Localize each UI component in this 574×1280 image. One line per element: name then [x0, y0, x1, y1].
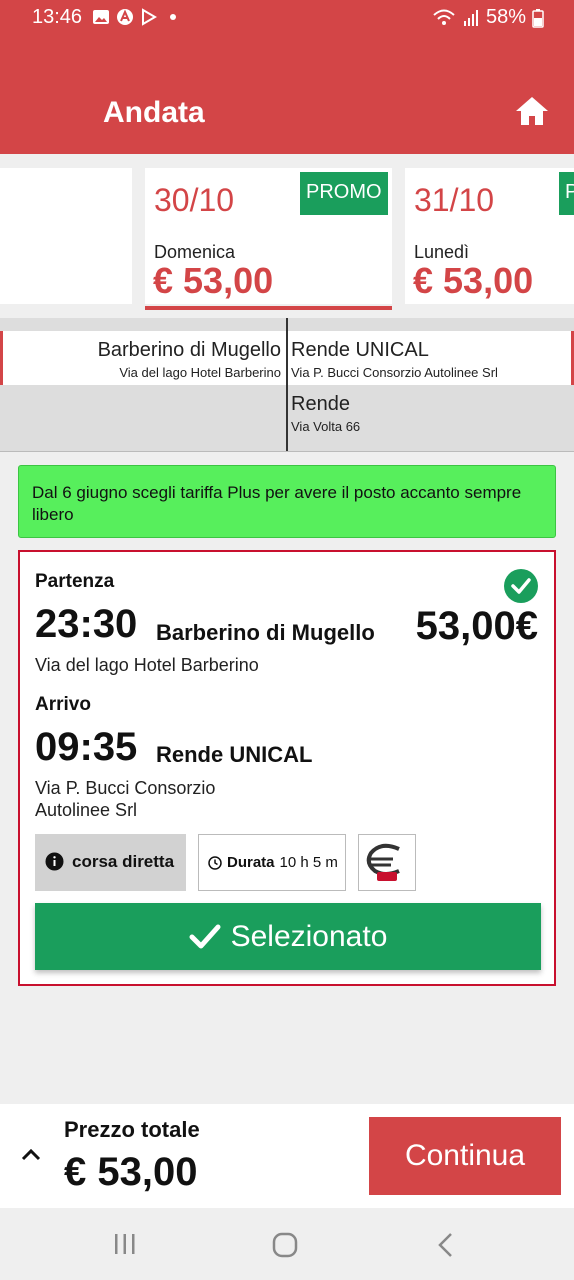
- recent-apps-icon[interactable]: [113, 1232, 137, 1261]
- direct-ride-tag[interactable]: corsa diretta: [35, 834, 186, 891]
- destination-name: Rende: [291, 393, 350, 415]
- trip-price: 53,00€: [415, 604, 538, 648]
- trip-card[interactable]: Partenza 23:30 Barberino di Mugello 53,0…: [18, 550, 556, 986]
- promo-badge: P: [559, 172, 574, 215]
- date-card-date: 31/10: [414, 182, 495, 218]
- status-bar: 13:46 58%: [0, 0, 574, 36]
- info-banner: Dal 6 giugno scegli tariffa Plus per ave…: [18, 465, 556, 538]
- dot-icon: [164, 8, 182, 26]
- gallery-icon: [92, 8, 110, 26]
- home-icon[interactable]: [514, 94, 550, 128]
- play-store-icon: [140, 8, 158, 26]
- app-a-icon: [116, 8, 134, 26]
- duration-label: Durata: [227, 854, 275, 871]
- arrival-time: 09:35: [35, 725, 138, 769]
- arrival-label: Arrivo: [35, 694, 91, 715]
- selected-button[interactable]: Selezionato: [35, 903, 541, 970]
- departure-address: Via del lago Hotel Barberino: [35, 655, 259, 675]
- battery-icon: [532, 8, 544, 28]
- notification-icons: [92, 8, 182, 26]
- wifi-icon: [433, 9, 455, 25]
- arrival-address-line2: Autolinee Srl: [35, 800, 138, 820]
- date-card-selected[interactable]: 30/10 PROMO Domenica € 53,00: [145, 168, 392, 310]
- stops-bottom-border: [0, 451, 574, 452]
- stops-table: Barberino di Mugello Via del lago Hotel …: [0, 318, 574, 452]
- date-card-price: € 53,00: [413, 260, 534, 301]
- total-bar: Prezzo totale € 53,00 Continua: [0, 1104, 574, 1208]
- departure-time: 23:30: [35, 602, 138, 646]
- direct-ride-label: corsa diretta: [72, 852, 175, 871]
- date-card-date: 30/10: [154, 182, 235, 218]
- duration-tag: Durata 10 h 5 m: [198, 834, 346, 891]
- stops-divider: [286, 318, 288, 452]
- destination-name: Rende UNICAL: [291, 339, 429, 361]
- continue-button[interactable]: Continua: [369, 1117, 561, 1195]
- page-title: Andata: [103, 96, 205, 129]
- selected-button-label: Selezionato: [230, 919, 388, 953]
- check-circle-icon: [504, 569, 538, 603]
- signal-icon: [463, 9, 478, 26]
- arrival-place: Rende UNICAL: [156, 742, 313, 767]
- status-right: 58%: [432, 6, 544, 29]
- system-nav-bar: [0, 1208, 574, 1280]
- destination-address: Via Volta 66: [291, 419, 361, 434]
- chevron-up-icon[interactable]: [20, 1144, 42, 1166]
- promo-badge: PROMO: [300, 172, 388, 215]
- app-header: 13:46 58% Andata: [0, 0, 574, 154]
- destination-address: Via P. Bucci Consorzio Autolinee Srl: [291, 365, 498, 380]
- arrival-address-line1: Via P. Bucci Consorzio: [35, 778, 216, 798]
- home-nav-icon[interactable]: [272, 1232, 298, 1263]
- checkmark-icon: [189, 924, 221, 948]
- departure-label: Partenza: [35, 571, 115, 592]
- total-label: Prezzo totale: [64, 1117, 200, 1142]
- date-card-next[interactable]: 31/10 P Lunedì € 53,00: [405, 168, 574, 304]
- date-card-previous[interactable]: [0, 168, 132, 304]
- selected-indicator: [145, 306, 392, 310]
- duration-value: 10 h 5 m: [279, 854, 338, 871]
- status-time: 13:46: [32, 6, 83, 28]
- origin-address: Via del lago Hotel Barberino: [119, 365, 281, 380]
- departure-place: Barberino di Mugello: [156, 620, 375, 645]
- battery-text: 58%: [485, 6, 526, 28]
- origin-name: Barberino di Mugello: [97, 339, 281, 361]
- date-card-price: € 53,00: [153, 260, 274, 301]
- operator-logo: [358, 834, 416, 891]
- info-icon: [45, 852, 64, 871]
- total-value: € 53,00: [64, 1150, 198, 1194]
- clock-icon: [208, 856, 222, 870]
- back-icon[interactable]: [436, 1232, 456, 1263]
- date-selector: 30/10 PROMO Domenica € 53,00 31/10 P Lun…: [0, 154, 574, 318]
